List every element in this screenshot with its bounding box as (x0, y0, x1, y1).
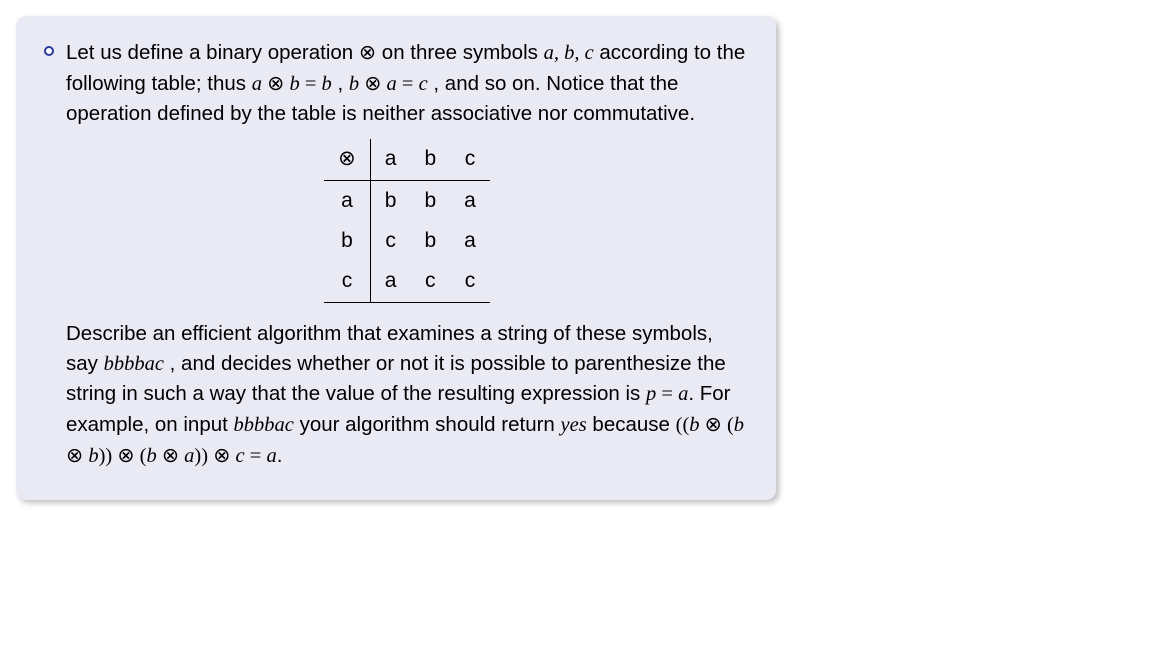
text-run: . (277, 444, 283, 467)
otimes-icon: ⊗ (66, 444, 83, 467)
otimes-icon: ⊗ (359, 41, 376, 64)
otimes-icon: ⊗ (162, 444, 179, 467)
cell: a (450, 180, 490, 221)
col-head: a (370, 139, 410, 180)
symbol-b: b (564, 42, 574, 64)
cell: a (370, 261, 410, 302)
table-row: a b b a (324, 180, 490, 221)
cell: b (410, 180, 450, 221)
text-run: because (587, 413, 676, 436)
row-head: a (324, 180, 370, 221)
otimes-icon: ⊗ (364, 72, 381, 95)
cell: b (370, 180, 410, 221)
text-run: , (332, 72, 349, 95)
expr: b (146, 445, 161, 467)
symbol-c: c (585, 42, 594, 64)
expr: b (689, 414, 704, 436)
text-run: , (554, 42, 564, 64)
cell: b (410, 221, 450, 261)
expr: c (230, 445, 249, 467)
otimes-icon: ⊗ (705, 413, 722, 436)
cell: a (450, 221, 490, 261)
expr: b (284, 73, 305, 95)
otimes-icon: ⊗ (267, 72, 284, 95)
equals: = (661, 383, 678, 405)
para2-text: Describe an efficient algorithm that exa… (66, 319, 748, 472)
expr: a (179, 445, 194, 467)
expr: b (322, 73, 332, 95)
expr: c (419, 73, 428, 95)
text-run: , (574, 42, 584, 64)
cell: c (450, 261, 490, 302)
cell: c (410, 261, 450, 302)
expr: b (734, 414, 744, 436)
paren: )) (194, 445, 213, 467)
symbol-p: p (646, 383, 661, 405)
para1-text: Let us define a binary operation ⊗ on th… (66, 41, 745, 125)
paren: (( (676, 414, 690, 436)
expr: a (266, 445, 276, 467)
table-row: b c b a (324, 221, 490, 261)
expr: b (349, 73, 364, 95)
row-head: b (324, 221, 370, 261)
text-run: Let us define a binary operation (66, 41, 359, 64)
symbol-a: a (544, 42, 554, 64)
equals: = (305, 73, 322, 95)
row-head: c (324, 261, 370, 302)
symbol-a: a (678, 383, 688, 405)
table-corner-otimes-icon: ⊗ (324, 139, 370, 180)
answer-yes: yes (561, 414, 587, 436)
otimes-icon: ⊗ (117, 444, 134, 467)
text-run: , and decides whether or not it is possi… (66, 352, 726, 406)
table-header-row: ⊗ a b c (324, 139, 490, 180)
expr: b (83, 445, 98, 467)
expr: a (381, 73, 402, 95)
operation-table: ⊗ a b c a b b a b c b a c (324, 139, 490, 303)
col-head: b (410, 139, 450, 180)
equals: = (402, 73, 419, 95)
col-head: c (450, 139, 490, 180)
problem-slide: Let us define a binary operation ⊗ on th… (16, 16, 776, 500)
cell: c (370, 221, 410, 261)
paren: ( (722, 414, 734, 436)
bullet-item: Let us define a binary operation ⊗ on th… (44, 38, 748, 472)
text-run: your algorithm should return (294, 413, 561, 436)
paren: )) (99, 445, 118, 467)
table-row: c a c c (324, 261, 490, 302)
expr: a (252, 73, 267, 95)
otimes-icon: ⊗ (213, 444, 230, 467)
example-string: bbbbac (234, 414, 294, 436)
text-run: on three symbols (376, 41, 544, 64)
bullet-marker-icon (44, 46, 54, 56)
bullet-content: Let us define a binary operation ⊗ on th… (66, 38, 748, 472)
equals: = (250, 445, 267, 467)
paren: ( (135, 445, 147, 467)
example-string: bbbbac (104, 353, 164, 375)
